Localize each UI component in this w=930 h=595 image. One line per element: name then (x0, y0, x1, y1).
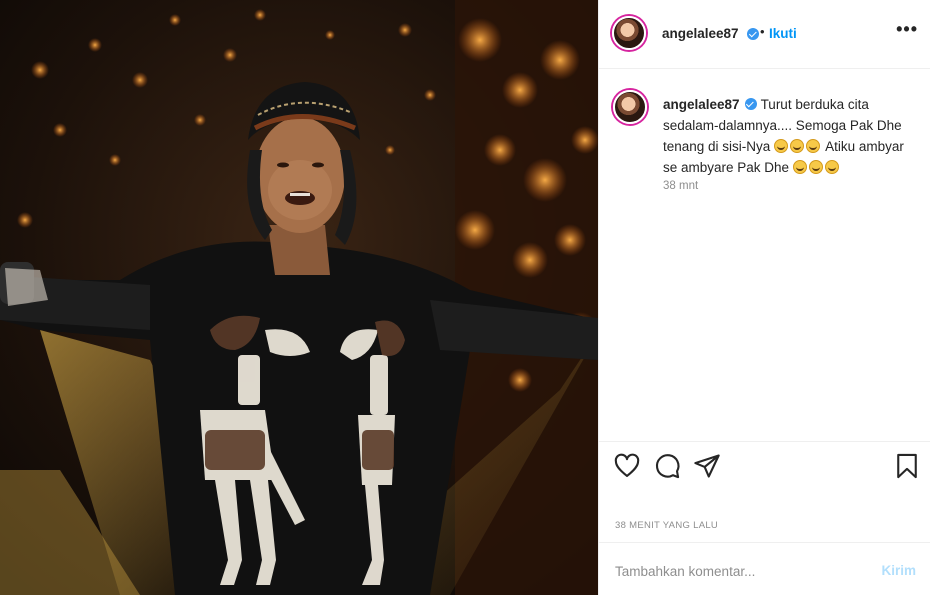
caption-verified-badge-icon (744, 98, 757, 110)
follow-button[interactable]: Ikuti (769, 26, 797, 41)
comment-icon[interactable] (653, 452, 681, 480)
crying-face-emoji-icon (774, 139, 789, 153)
post-timestamp[interactable]: 38 MENIT YANG LALU (615, 520, 718, 531)
crying-face-emoji-icon (790, 139, 805, 153)
share-icon[interactable] (693, 452, 721, 480)
performer-photo-image (0, 0, 598, 595)
add-comment-bar: Kirim (599, 542, 930, 595)
caption-timestamp[interactable]: 38 mnt (663, 180, 698, 192)
post-header: angelalee87 • Ikuti ••• (599, 0, 930, 69)
crying-face-emoji-icon (808, 160, 823, 174)
follow-separator: • (760, 24, 765, 39)
post-caption: angelalee87 Turut berduka cita sedalam-da… (663, 94, 915, 178)
heart-icon[interactable] (613, 452, 641, 480)
actions-divider (599, 441, 930, 442)
post-details-panel: angelalee87 • Ikuti ••• angelalee87 Turut… (598, 0, 930, 595)
crying-face-emoji-icon (824, 160, 839, 174)
post-photo[interactable] (0, 0, 598, 595)
author-username[interactable]: angelalee87 (662, 26, 739, 41)
crying-face-emoji-icon (792, 160, 807, 174)
caption-username[interactable]: angelalee87 (663, 97, 740, 112)
bookmark-icon[interactable] (893, 452, 921, 480)
verified-badge-icon (747, 28, 759, 40)
author-avatar[interactable] (612, 16, 646, 50)
more-options-icon[interactable]: ••• (896, 19, 918, 40)
caption-author-avatar[interactable] (613, 90, 647, 124)
post-comment-button[interactable]: Kirim (881, 563, 916, 578)
comment-input[interactable] (615, 561, 845, 581)
crying-face-emoji-icon (806, 139, 821, 153)
